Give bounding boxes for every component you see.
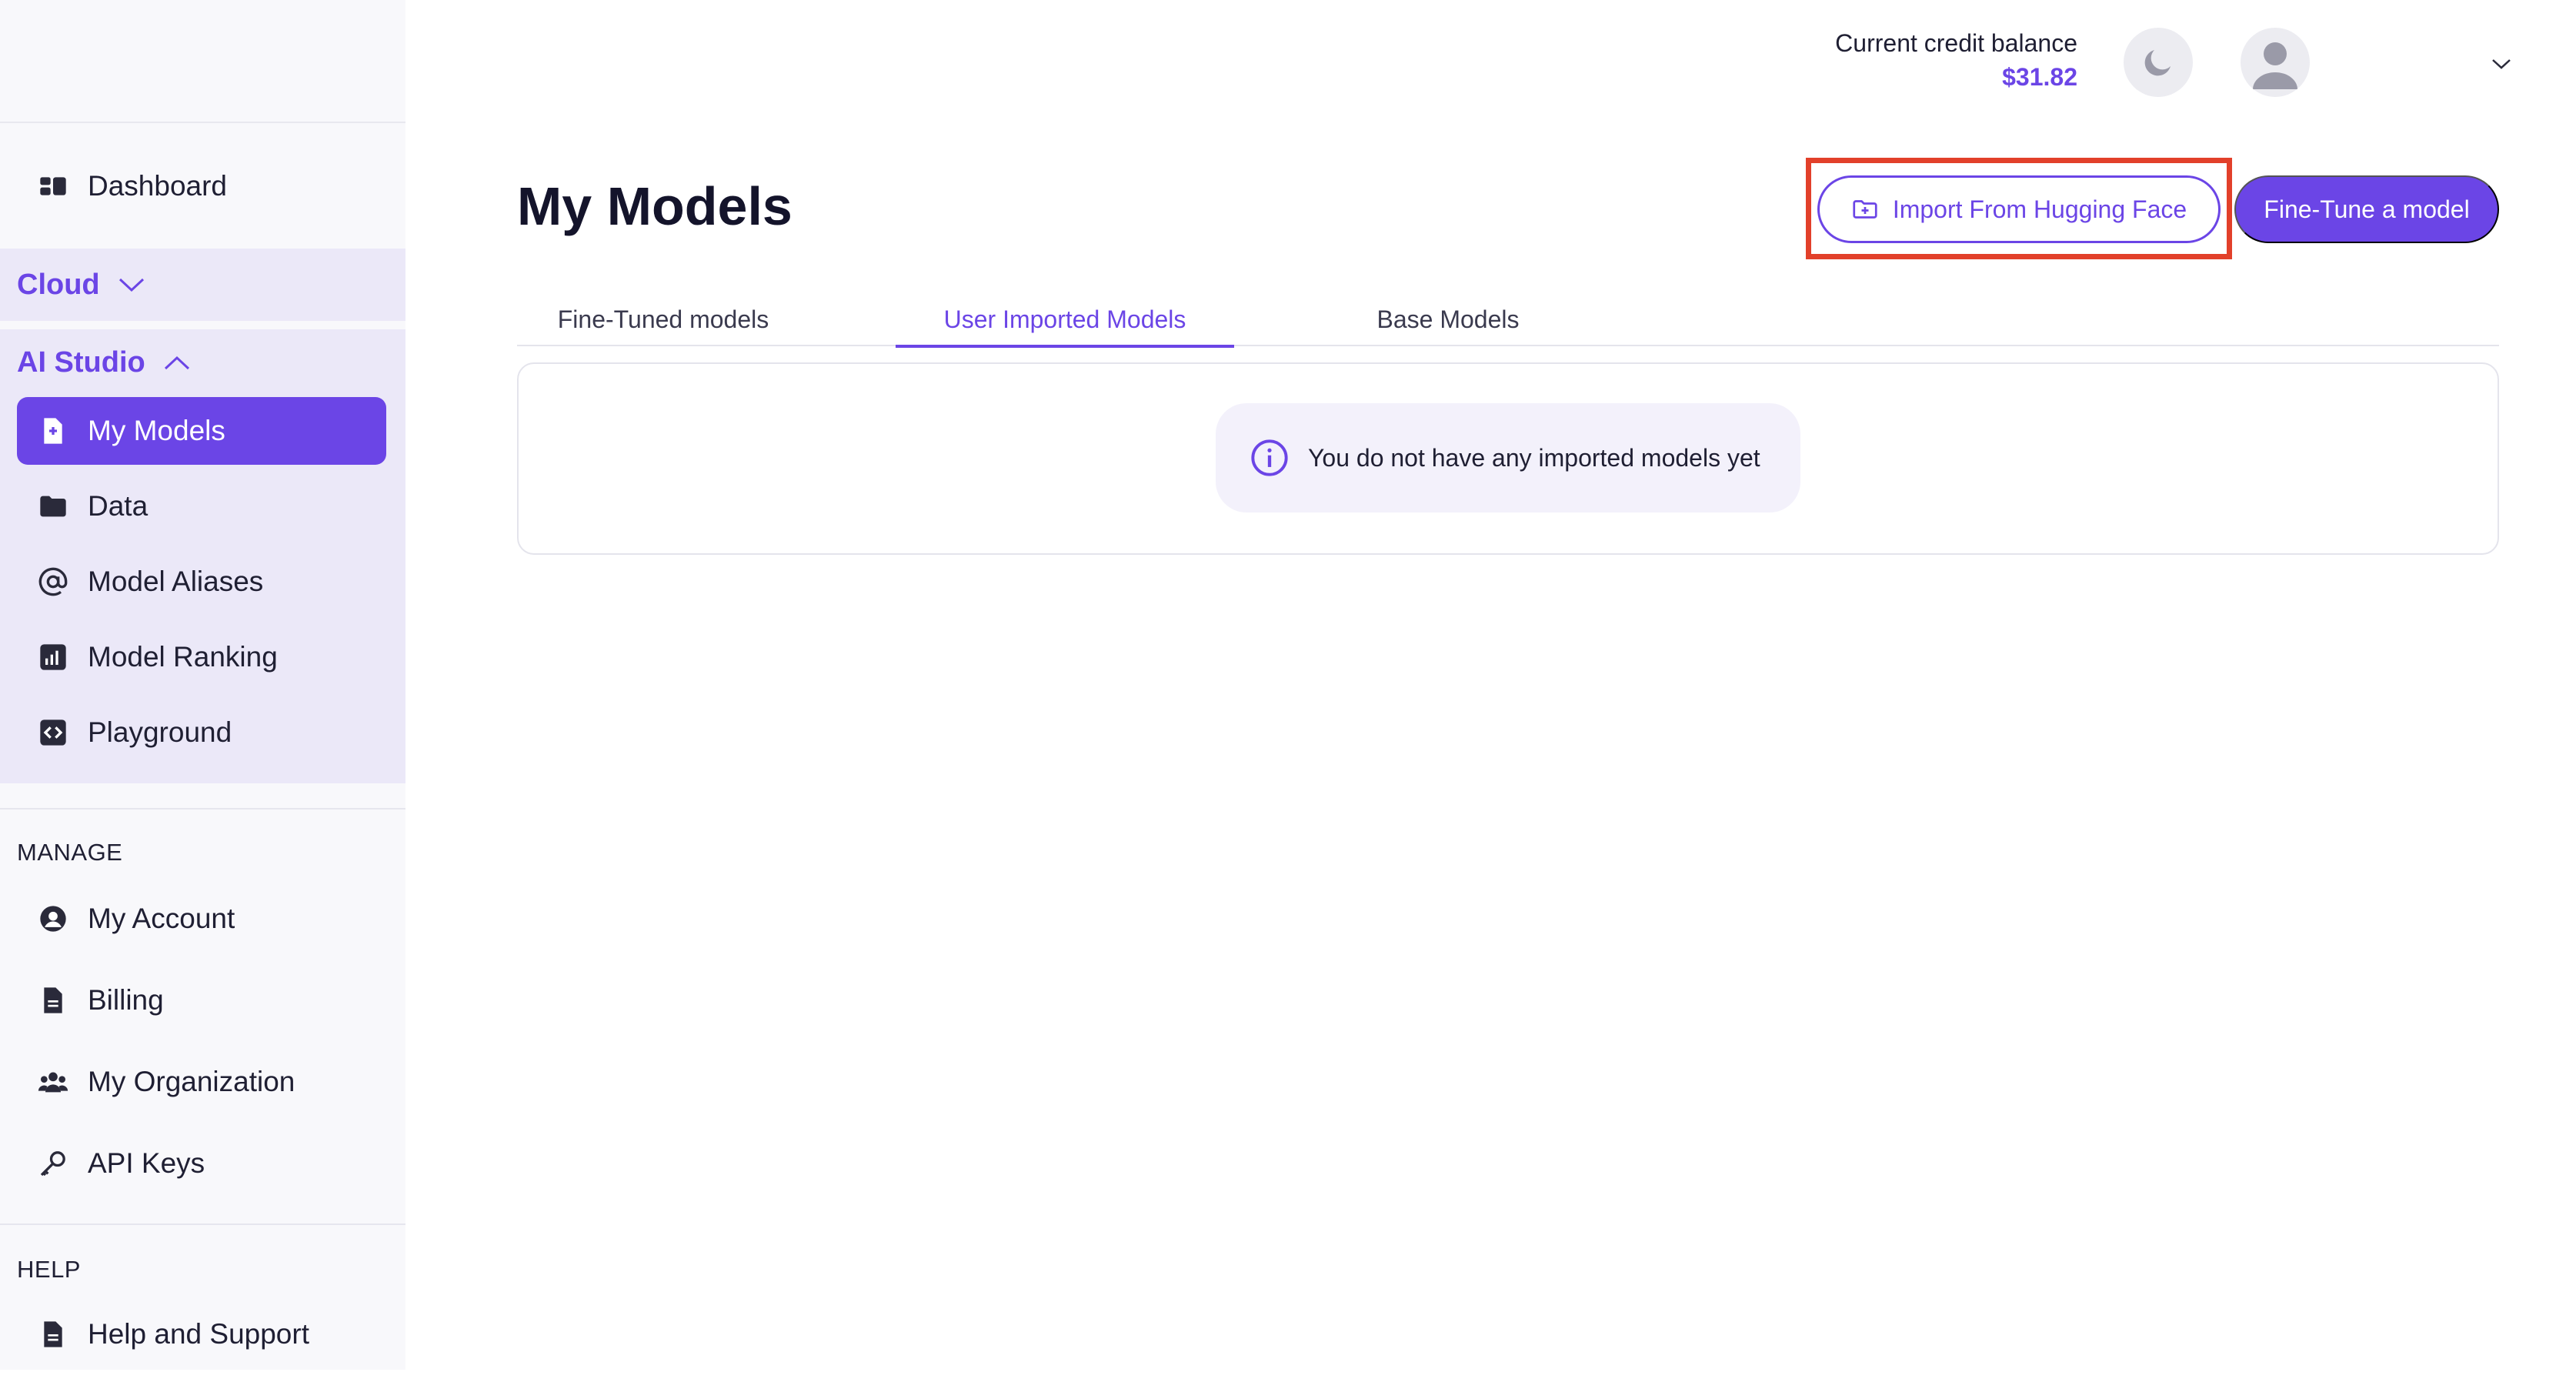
sidebar-section-label: AI Studio	[17, 346, 145, 379]
sidebar-item-label: My Models	[88, 415, 225, 446]
sidebar-item-label: Model Aliases	[88, 566, 264, 597]
sidebar-group-manage: MANAGE	[17, 839, 123, 866]
sidebar-item-help-and-support[interactable]: Help and Support	[17, 1300, 386, 1368]
account-icon	[37, 903, 69, 935]
import-from-hugging-face-button[interactable]: Import From Hugging Face	[1817, 175, 2221, 243]
credit-balance-label: Current credit balance	[1835, 29, 2077, 57]
chevron-down-icon	[2492, 59, 2511, 69]
model-tabs: Fine-Tuned models User Imported Models B…	[517, 292, 2499, 348]
key-icon	[37, 1147, 69, 1180]
users-icon	[37, 1066, 69, 1098]
ai-studio-toggle[interactable]: AI Studio	[17, 346, 192, 379]
code-icon	[37, 716, 69, 749]
document-icon	[37, 984, 69, 1016]
sidebar-item-label: My Organization	[88, 1066, 295, 1097]
dashboard-icon	[37, 170, 69, 202]
tab-fine-tuned-models[interactable]: Fine-Tuned models	[525, 292, 802, 346]
chevron-up-icon	[164, 356, 189, 369]
credit-balance-value: $31.82	[2002, 63, 2077, 91]
model-file-icon	[37, 415, 69, 447]
sidebar-item-playground[interactable]: Playground	[17, 699, 386, 766]
tab-base-models[interactable]: Base Models	[1333, 292, 1563, 346]
page-title: My Models	[517, 176, 792, 236]
user-icon	[2253, 42, 2297, 89]
moon-icon	[2144, 50, 2171, 76]
sidebar-divider	[0, 808, 405, 810]
at-sign-icon	[37, 566, 69, 598]
avatar[interactable]	[2241, 28, 2310, 97]
sidebar-item-billing[interactable]: Billing	[17, 966, 386, 1034]
sidebar-item-label: Billing	[88, 984, 164, 1016]
fine-tune-model-button[interactable]: Fine-Tune a model	[2234, 175, 2499, 243]
button-label: Fine-Tune a model	[2264, 195, 2470, 223]
empty-state-text: You do not have any imported models yet	[1308, 443, 1760, 472]
sidebar-section-label: Cloud	[17, 268, 100, 301]
button-label: Import From Hugging Face	[1892, 195, 2187, 223]
bar-chart-icon	[37, 641, 69, 673]
sidebar-group-help: HELP	[17, 1256, 81, 1283]
sidebar-item-model-ranking[interactable]: Model Ranking	[17, 623, 386, 691]
sidebar-divider	[0, 1223, 405, 1225]
sidebar-item-dashboard[interactable]: Dashboard	[17, 152, 386, 220]
sidebar-item-label: API Keys	[88, 1147, 205, 1179]
sidebar-item-api-keys[interactable]: API Keys	[17, 1130, 386, 1197]
sidebar-item-label: Help and Support	[88, 1318, 309, 1350]
sidebar-item-my-models[interactable]: My Models	[17, 397, 386, 465]
sidebar-section-ai-studio: AI Studio My Models Data Model Aliases M…	[0, 329, 405, 783]
sidebar-item-model-aliases[interactable]: Model Aliases	[17, 548, 386, 616]
tab-user-imported-models[interactable]: User Imported Models	[896, 292, 1234, 348]
document-icon	[37, 1318, 69, 1350]
theme-toggle-button[interactable]	[2124, 28, 2193, 97]
empty-state-message: You do not have any imported models yet	[1216, 403, 1800, 512]
chevron-down-icon	[118, 278, 144, 292]
sidebar-item-label: Data	[88, 490, 148, 522]
folder-icon	[37, 490, 69, 522]
sidebar-item-label: My Account	[88, 903, 235, 934]
sidebar-item-my-account[interactable]: My Account	[17, 885, 386, 953]
sidebar: Dashboard Cloud AI Studio My Models Data	[0, 0, 405, 1370]
account-menu-toggle[interactable]	[2487, 49, 2516, 78]
folder-plus-icon	[1853, 200, 1877, 219]
sidebar-logo-area	[0, 0, 405, 123]
info-icon	[1251, 439, 1288, 476]
sidebar-section-cloud[interactable]: Cloud	[0, 249, 405, 321]
sidebar-item-my-organization[interactable]: My Organization	[17, 1048, 386, 1116]
sidebar-item-label: Playground	[88, 716, 232, 748]
sidebar-item-data[interactable]: Data	[17, 472, 386, 540]
sidebar-item-label: Dashboard	[88, 170, 228, 202]
sidebar-item-label: Model Ranking	[88, 641, 278, 673]
